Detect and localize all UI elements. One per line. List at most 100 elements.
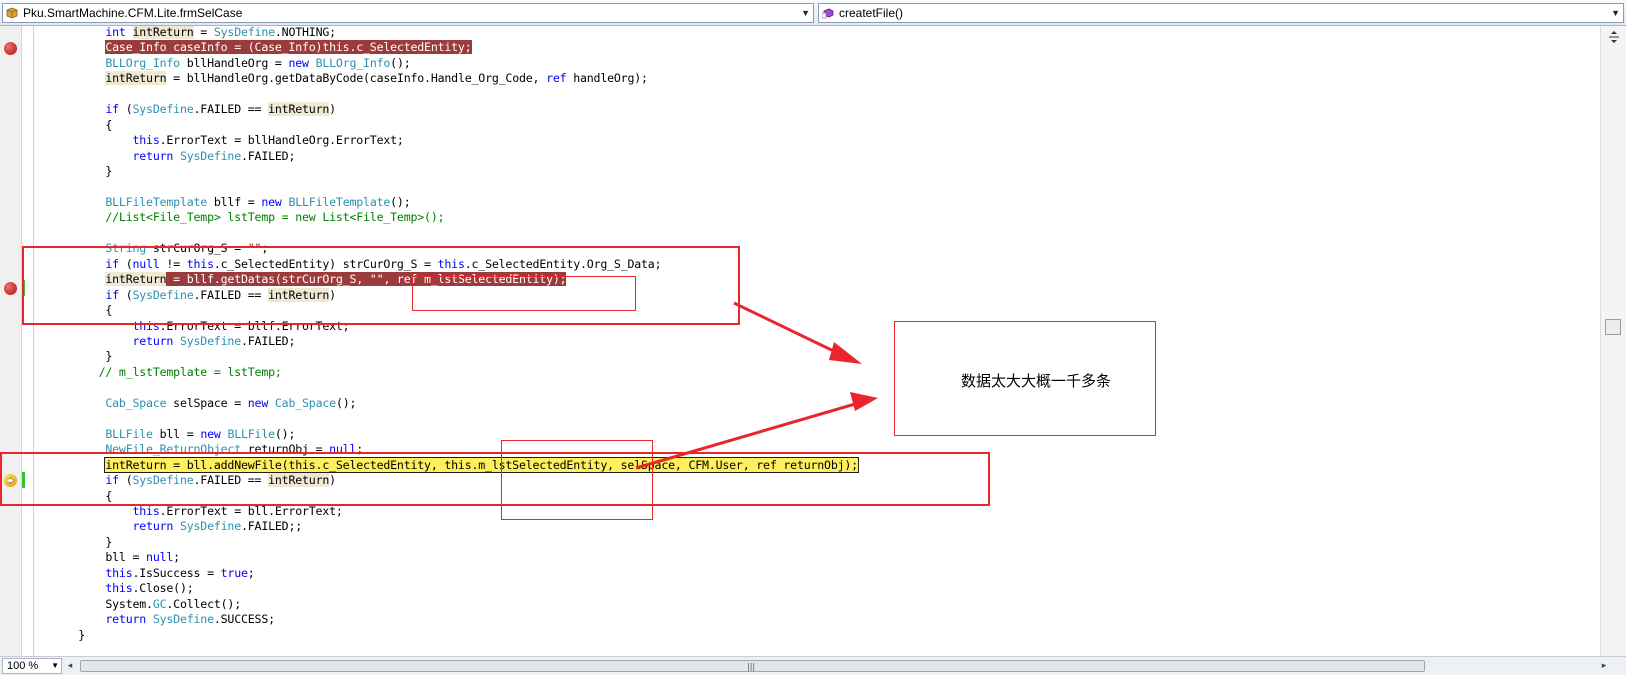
- horizontal-scroll-thumb[interactable]: |||: [80, 660, 1425, 672]
- code-token: bllHandleOrg =: [179, 55, 289, 70]
- code-token: ;: [247, 565, 255, 580]
- code-line[interactable]: BLLFileTemplate bllf = new BLLFileTempla…: [0, 194, 1600, 210]
- code-token: return: [132, 148, 174, 163]
- code-token: = bllHandleOrg.getDataByCode(caseInfo.Ha…: [166, 71, 547, 86]
- code-line[interactable]: bll = null;: [0, 549, 1600, 565]
- chevron-down-icon[interactable]: ▼: [51, 659, 59, 673]
- code-line[interactable]: this.ErrorText = bllHandleOrg.ErrorText;: [0, 132, 1600, 148]
- code-line[interactable]: Case_Info caseInfo = (Case_Info)this.c_S…: [0, 39, 1600, 55]
- zoom-level: 100 %: [7, 660, 39, 672]
- code-line[interactable]: BLLOrg_Info bllHandleOrg = new BLLOrg_In…: [0, 55, 1600, 71]
- code-line[interactable]: }: [0, 534, 1600, 550]
- code-token: ): [329, 287, 336, 302]
- code-token: (: [118, 287, 133, 302]
- changed-line-marker: [22, 472, 25, 488]
- code-line[interactable]: if (null != this.c_SelectedEntity) strCu…: [0, 256, 1600, 272]
- code-line[interactable]: intReturn = bllf.getDatas(strCurOrg_S, "…: [0, 271, 1600, 287]
- scroll-right-icon[interactable]: ▸: [1598, 659, 1610, 673]
- code-line[interactable]: System.GC.Collect();: [0, 596, 1600, 612]
- code-token: if: [105, 473, 119, 488]
- code-line[interactable]: return SysDefine.FAILED;: [0, 148, 1600, 164]
- code-line[interactable]: if (SysDefine.FAILED == intReturn): [0, 101, 1600, 117]
- code-line[interactable]: [0, 179, 1600, 195]
- member-selector-dropdown[interactable]: createtFile() ▼: [818, 3, 1624, 23]
- code-token: (: [118, 256, 133, 271]
- code-token: ;: [261, 241, 269, 256]
- code-token: intReturn = bll.addNewFile(this.c_Select…: [104, 456, 859, 473]
- code-line[interactable]: this.Close();: [0, 580, 1600, 596]
- chevron-down-icon[interactable]: ▼: [1611, 4, 1620, 22]
- code-line[interactable]: intReturn = bllHandleOrg.getDataByCode(c…: [0, 70, 1600, 86]
- code-token: this: [132, 133, 160, 148]
- code-line[interactable]: //List<File_Temp> lstTemp = new List<Fil…: [0, 209, 1600, 225]
- splitter-icon[interactable]: [1607, 30, 1621, 44]
- code-line[interactable]: this.IsSuccess = true;: [0, 565, 1600, 581]
- code-token: ): [329, 473, 336, 488]
- code-token: {: [24, 303, 113, 318]
- class-selector-value: Pku.SmartMachine.CFM.Lite.frmSelCase: [23, 6, 243, 20]
- code-line[interactable]: String strCurOrg_S = "";: [0, 240, 1600, 256]
- code-token: BLLFileTemplate: [105, 194, 208, 209]
- code-line[interactable]: if (SysDefine.FAILED == intReturn): [0, 287, 1600, 303]
- changed-line-marker: [22, 280, 25, 296]
- code-line[interactable]: {: [0, 488, 1600, 504]
- zoom-dropdown[interactable]: 100 % ▼: [2, 658, 62, 674]
- code-line[interactable]: }: [0, 627, 1600, 643]
- code-token: this: [105, 581, 133, 596]
- code-line[interactable]: return SysDefine.SUCCESS;: [0, 611, 1600, 627]
- code-line[interactable]: [0, 86, 1600, 102]
- code-line[interactable]: NewFile_ReturnObject returnObj = null;: [0, 441, 1600, 457]
- grip-icon: |||: [747, 662, 756, 671]
- class-selector-dropdown[interactable]: Pku.SmartMachine.CFM.Lite.frmSelCase ▼: [2, 3, 814, 23]
- vertical-scrollbar[interactable]: [1600, 26, 1626, 656]
- code-line[interactable]: return SysDefine.FAILED;: [0, 333, 1600, 349]
- code-line[interactable]: }: [0, 163, 1600, 179]
- code-token: intReturn: [268, 473, 330, 488]
- code-line[interactable]: BLLFile bll = new BLLFile();: [0, 426, 1600, 442]
- chevron-down-icon[interactable]: ▼: [801, 4, 810, 22]
- code-token: .ErrorText = bllf.ErrorText;: [159, 318, 350, 333]
- code-line[interactable]: // m_lstTemplate = lstTemp;: [0, 364, 1600, 380]
- breakpoint-icon[interactable]: [4, 42, 17, 55]
- code-token: null: [146, 550, 174, 565]
- code-line[interactable]: {: [0, 117, 1600, 133]
- code-token: .c_SelectedEntity.Org_S_Data;: [464, 256, 662, 271]
- vertical-scroll-thumb[interactable]: [1605, 319, 1621, 335]
- code-token: SysDefine: [132, 473, 194, 488]
- code-line[interactable]: this.ErrorText = bll.ErrorText;: [0, 503, 1600, 519]
- code-token: }: [24, 164, 113, 179]
- code-token: BLLOrg_Info: [105, 55, 180, 70]
- navigation-bar: Pku.SmartMachine.CFM.Lite.frmSelCase ▼ c…: [0, 0, 1626, 26]
- code-line[interactable]: int intReturn = SysDefine.NOTHING;: [0, 26, 1600, 40]
- code-line[interactable]: [0, 225, 1600, 241]
- code-line[interactable]: }: [0, 348, 1600, 364]
- code-line[interactable]: {: [0, 302, 1600, 318]
- code-line[interactable]: return SysDefine.FAILED;;: [0, 518, 1600, 534]
- code-token: return: [132, 519, 174, 534]
- code-line[interactable]: [0, 379, 1600, 395]
- code-token: .FAILED;: [240, 334, 296, 348]
- code-token: if: [105, 102, 119, 117]
- code-token: intReturn: [105, 71, 167, 86]
- code-editor[interactable]: int intReturn = SysDefine.NOTHING; Case_…: [0, 26, 1600, 656]
- scroll-left-icon[interactable]: ◂: [64, 659, 76, 673]
- code-line[interactable]: if (SysDefine.FAILED == intReturn): [0, 472, 1600, 488]
- code-line[interactable]: this.ErrorText = bllf.ErrorText;: [0, 318, 1600, 334]
- code-line[interactable]: [0, 410, 1600, 426]
- code-line[interactable]: intReturn = bll.addNewFile(this.c_Select…: [0, 456, 1600, 473]
- code-token: .ErrorText = bllHandleOrg.ErrorText;: [159, 133, 404, 148]
- current-statement-breakpoint-icon[interactable]: [4, 474, 17, 487]
- breakpoint-icon[interactable]: [4, 282, 17, 295]
- code-line[interactable]: Cab_Space selSpace = new Cab_Space();: [0, 395, 1600, 411]
